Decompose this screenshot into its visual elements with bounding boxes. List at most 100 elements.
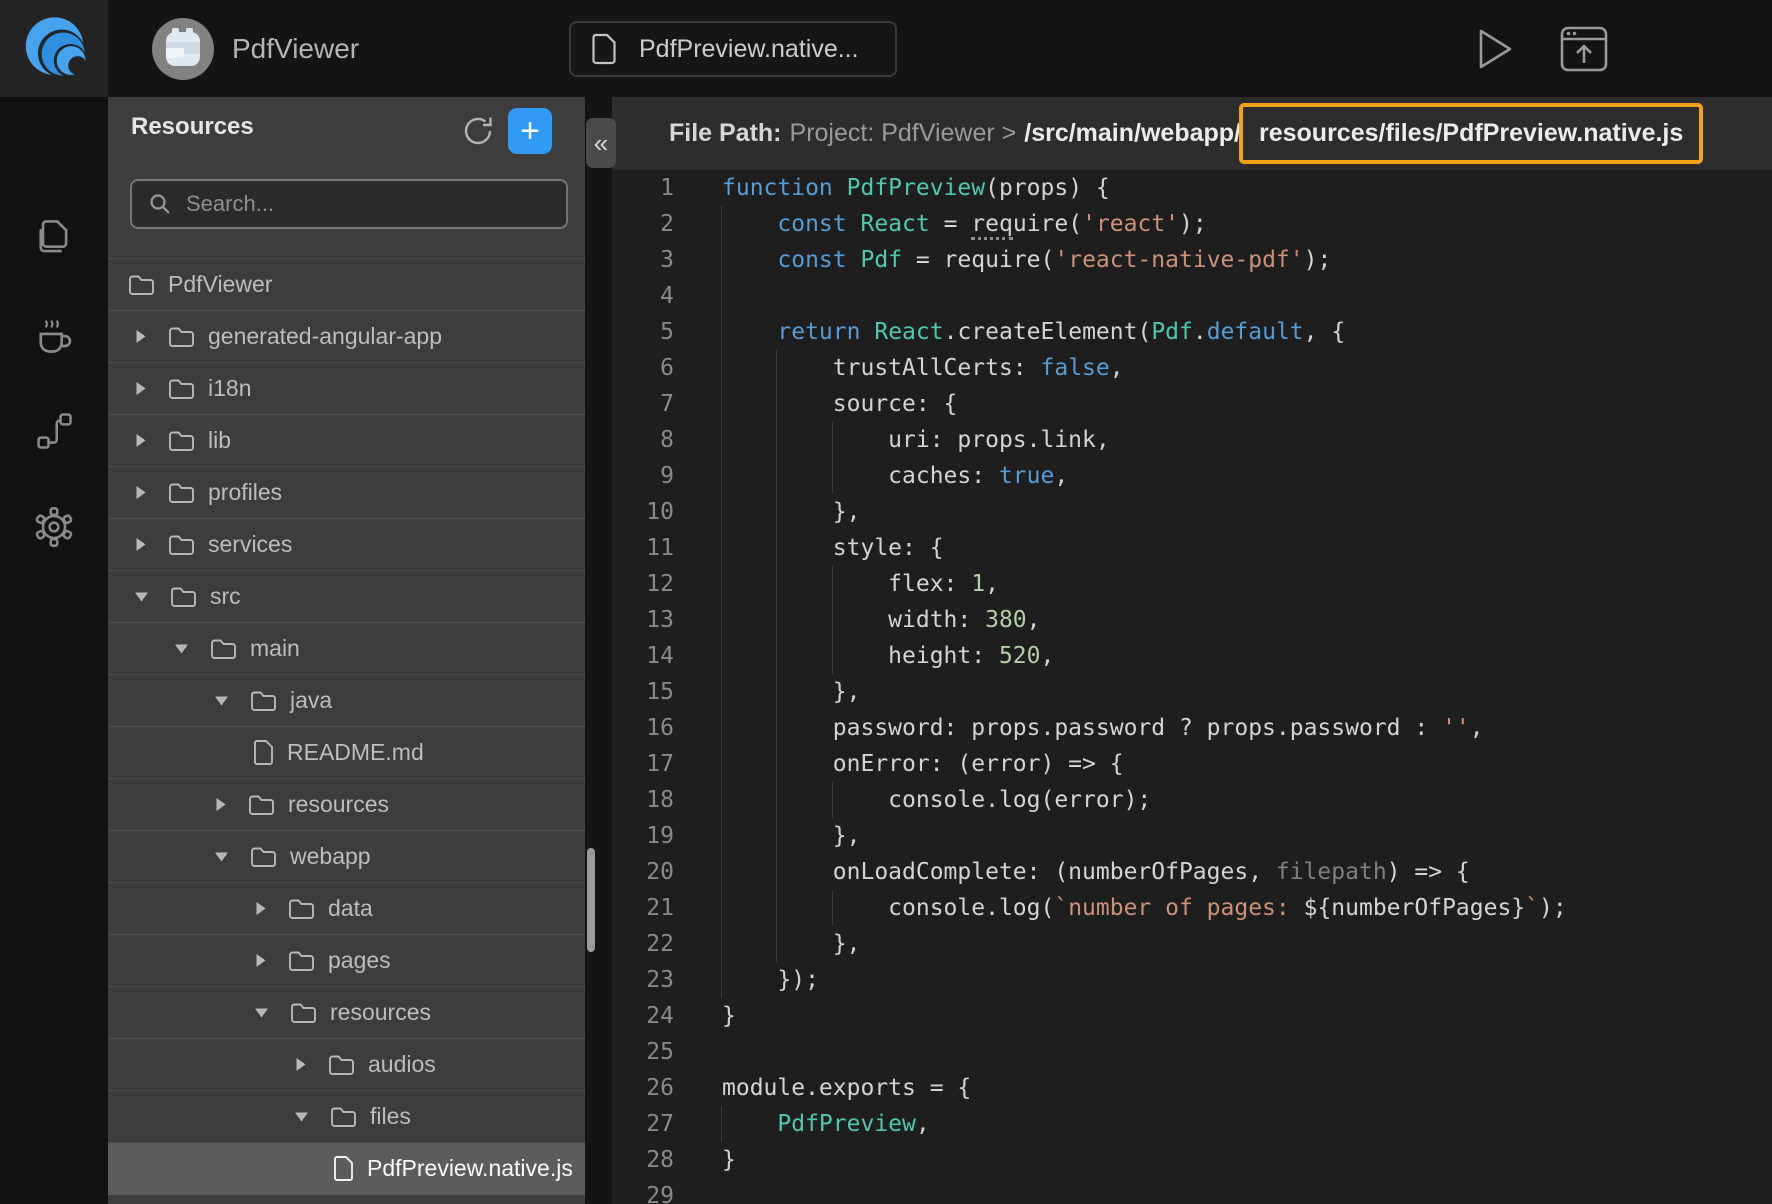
code-line-14[interactable]: 14 height: 520, <box>612 638 1772 674</box>
code-line-12[interactable]: 12 flex: 1, <box>612 566 1772 602</box>
code-line-2[interactable]: 2 const React = require('react'); <box>612 206 1772 242</box>
tree-item-src[interactable]: src <box>108 571 585 623</box>
indent-guide <box>776 746 777 782</box>
tree-item-lib[interactable]: lib <box>108 415 585 467</box>
add-resource-button[interactable]: + <box>508 108 552 154</box>
code-line-27[interactable]: 27 PdfPreview, <box>612 1106 1772 1142</box>
tree-item-pages[interactable]: pages <box>108 935 585 987</box>
code-text: onError: (error) => { <box>722 746 1124 782</box>
indent-guide <box>776 782 777 818</box>
chevron-right-icon <box>293 1056 308 1073</box>
tree-item-main[interactable]: main <box>108 623 585 675</box>
window-upload-icon[interactable] <box>1560 26 1608 72</box>
code-line-1[interactable]: 1function PdfPreview(props) { <box>612 170 1772 206</box>
code-line-25[interactable]: 25 <box>612 1034 1772 1070</box>
tree-item-label: profiles <box>208 479 282 506</box>
indent-guide <box>721 854 722 890</box>
code-line-11[interactable]: 11 style: { <box>612 530 1772 566</box>
tree-item-resources[interactable]: resources <box>108 987 585 1039</box>
code-line-29[interactable]: 29 <box>612 1178 1772 1204</box>
tree-item-i18n[interactable]: i18n <box>108 363 585 415</box>
code-line-5[interactable]: 5 return React.createElement(Pdf.default… <box>612 314 1772 350</box>
line-number: 4 <box>612 278 700 314</box>
tree-item-webapp[interactable]: webapp <box>108 831 585 883</box>
tree-item-audios[interactable]: audios <box>108 1039 585 1091</box>
code-line-24[interactable]: 24} <box>612 998 1772 1034</box>
tree-item-label: services <box>208 531 292 558</box>
code-text: flex: 1, <box>722 566 999 602</box>
tree-item-services[interactable]: services <box>108 519 585 571</box>
folder-icon <box>168 378 195 400</box>
code-line-9[interactable]: 9 caches: true, <box>612 458 1772 494</box>
code-line-13[interactable]: 13 width: 380, <box>612 602 1772 638</box>
code-line-28[interactable]: 28} <box>612 1142 1772 1178</box>
folder-icon <box>288 898 315 920</box>
code-line-7[interactable]: 7 source: { <box>612 386 1772 422</box>
indent-guide <box>721 638 722 674</box>
code-line-17[interactable]: 17 onError: (error) => { <box>612 746 1772 782</box>
tree-item-label: PdfPreview.native.js <box>367 1155 573 1182</box>
code-line-18[interactable]: 18 console.log(error); <box>612 782 1772 818</box>
tree-item-data[interactable]: data <box>108 883 585 935</box>
tree-item-pdfpreview-native-js[interactable]: PdfPreview.native.js <box>108 1143 585 1195</box>
search-icon <box>148 192 172 216</box>
indent-guide <box>776 566 777 602</box>
coffee-cup-icon[interactable] <box>32 313 76 357</box>
chevron-right-icon <box>133 432 148 449</box>
code-line-8[interactable]: 8 uri: props.link, <box>612 422 1772 458</box>
code-text: console.log(`number of pages: ${numberOf… <box>722 890 1567 926</box>
code-line-16[interactable]: 16 password: props.password ? props.pass… <box>612 710 1772 746</box>
code-line-10[interactable]: 10 }, <box>612 494 1772 530</box>
tree-item-readme-md[interactable]: README.md <box>108 727 585 779</box>
search-input[interactable] <box>184 190 556 218</box>
chevron-down-icon <box>173 641 190 656</box>
indent-guide <box>832 458 833 494</box>
code-line-3[interactable]: 3 const Pdf = require('react-native-pdf'… <box>612 242 1772 278</box>
code-line-6[interactable]: 6 trustAllCerts: false, <box>612 350 1772 386</box>
code-line-15[interactable]: 15 }, <box>612 674 1772 710</box>
indent-guide <box>721 782 722 818</box>
code-text: height: 520, <box>722 638 1054 674</box>
code-line-22[interactable]: 22 }, <box>612 926 1772 962</box>
chevron-down-icon <box>133 589 150 604</box>
code-line-21[interactable]: 21 console.log(`number of pages: ${numbe… <box>612 890 1772 926</box>
play-icon[interactable] <box>1477 27 1515 71</box>
tree-item-pdfviewer[interactable]: PdfViewer <box>108 259 585 311</box>
tree-item-profiles[interactable]: profiles <box>108 467 585 519</box>
code-line-4[interactable]: 4 <box>612 278 1772 314</box>
tree-item-generated-angular-app[interactable]: generated-angular-app <box>108 311 585 363</box>
indent-guide <box>721 962 722 998</box>
settings-gear-icon[interactable] <box>32 505 76 549</box>
indent-guide <box>832 890 833 926</box>
tree-item-java[interactable]: java <box>108 675 585 727</box>
code-line-23[interactable]: 23 }); <box>612 962 1772 998</box>
connector-icon[interactable] <box>32 409 76 453</box>
indent-guide <box>776 638 777 674</box>
chevron-down-icon <box>253 1005 270 1020</box>
indent-guide <box>721 1106 722 1142</box>
code-line-26[interactable]: 26module.exports = { <box>612 1070 1772 1106</box>
collapse-panel-button[interactable]: « <box>586 118 616 168</box>
line-number: 1 <box>612 170 700 206</box>
line-number: 3 <box>612 242 700 278</box>
file-icon <box>333 1155 354 1182</box>
folder-icon <box>168 326 195 348</box>
line-number: 13 <box>612 602 700 638</box>
tree-item-label: PdfViewer <box>168 271 272 298</box>
app-logo-button[interactable] <box>0 0 108 97</box>
indent-guide <box>721 746 722 782</box>
indent-guide <box>776 710 777 746</box>
tree-scrollbar-thumb[interactable] <box>587 848 595 952</box>
line-number: 25 <box>612 1034 700 1070</box>
chevron-right-icon <box>133 328 148 345</box>
refresh-icon[interactable] <box>460 112 498 150</box>
tree-item-files[interactable]: files <box>108 1091 585 1143</box>
folder-icon <box>170 586 197 608</box>
tab-pdfpreview-native[interactable]: PdfPreview.native... <box>569 21 897 77</box>
tree-item-resources[interactable]: resources <box>108 779 585 831</box>
code-line-20[interactable]: 20 onLoadComplete: (numberOfPages, filep… <box>612 854 1772 890</box>
code-line-19[interactable]: 19 }, <box>612 818 1772 854</box>
code-text: source: { <box>722 386 957 422</box>
documents-icon[interactable] <box>32 217 76 261</box>
tree-item-blank[interactable] <box>108 1195 585 1204</box>
